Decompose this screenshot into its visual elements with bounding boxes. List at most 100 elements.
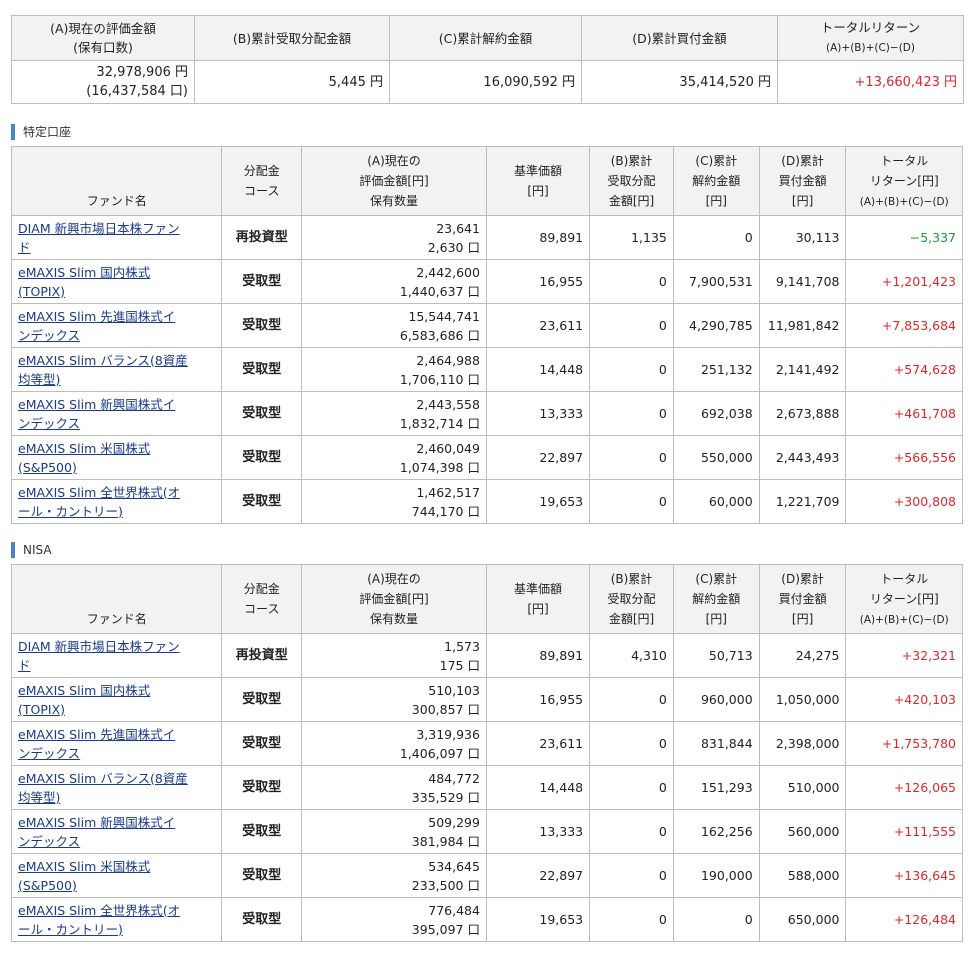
redeem-cell: 190,000 xyxy=(672,853,760,898)
fund-name-line1: eMAXIS Slim 先進国株式イ xyxy=(18,308,176,324)
col-redeem-l3: [円] xyxy=(705,194,727,208)
fund-name-cell: eMAXIS Slim バランス(8資産 均等型) xyxy=(10,765,223,810)
valuation-amount: 509,299 xyxy=(428,814,480,830)
buy-cell: 588,000 xyxy=(758,853,847,898)
redeem-cell: 7,900,531 xyxy=(672,259,760,304)
fund-name-link[interactable]: DIAM 新興市場日本株ファンド xyxy=(18,639,180,673)
fund-name-link[interactable]: eMAXIS Slim 米国株式 (S&P500) xyxy=(18,859,150,893)
valuation-cell: 1,573 175 口 xyxy=(301,633,487,678)
col-buy-l3: [円] xyxy=(791,194,814,208)
col-dist: (B)累計受取分配金額[円] xyxy=(589,146,674,216)
total-return-cell: +1,753,780 xyxy=(845,721,963,766)
col-redeem-l1: (C)累計 xyxy=(695,572,738,586)
fund-name-line1: eMAXIS Slim 米国株式 xyxy=(18,440,151,456)
fund-name-link[interactable]: eMAXIS Slim 新興国株式イ ンデックス xyxy=(18,815,175,849)
valuation-cell: 509,299 381,984 口 xyxy=(301,809,487,854)
fund-name-link[interactable]: DIAM 新興市場日本株ファンド xyxy=(18,221,180,255)
col-value-l2: 評価金額[円] xyxy=(359,592,429,606)
distribution-course: 再投資型 xyxy=(221,633,303,678)
distribution-course: 受取型 xyxy=(221,853,303,898)
col-dist-l1: (B)累計 xyxy=(610,154,653,168)
total-return-cell: +1,201,423 xyxy=(845,259,963,304)
col-fund-name: ファンド名 xyxy=(10,146,223,216)
col-course: 分配金 コース xyxy=(221,564,303,634)
col-fund-name-label: ファンド名 xyxy=(86,194,147,208)
fund-name-line2: 均等型) xyxy=(18,789,61,805)
fund-row: eMAXIS Slim 国内株式 (TOPIX) 受取型 510,103 300,857… xyxy=(10,677,963,722)
fund-name-link[interactable]: eMAXIS Slim 国内株式 (TOPIX) xyxy=(18,265,150,299)
col-dist-l2: 受取分配 xyxy=(607,174,656,188)
fund-name-line2: 均等型) xyxy=(18,371,61,387)
distribution-course: 受取型 xyxy=(221,435,303,480)
dist-cell: 0 xyxy=(589,479,674,524)
buy-cell: 650,000 xyxy=(758,897,847,942)
fund-name-link[interactable]: eMAXIS Slim 先進国株式イ ンデックス xyxy=(18,309,175,343)
col-buy-l1: (D)累計 xyxy=(781,154,824,168)
holding-units: 1,406,097 口 xyxy=(399,745,480,761)
col-value: (A)現在の 評価金額[円] 保有数量 xyxy=(301,564,487,634)
fund-row: eMAXIS Slim 米国株式 (S&P500) 受取型 2,460,049 1,07… xyxy=(10,435,963,480)
dist-cell: 1,135 xyxy=(589,215,674,260)
fund-name-cell: eMAXIS Slim 全世界株式(オ ール・カントリー) xyxy=(10,479,223,524)
fund-name-link[interactable]: eMAXIS Slim 新興国株式イ ンデックス xyxy=(18,397,175,431)
holding-units: 744,170 口 xyxy=(411,503,480,519)
redeem-cell: 0 xyxy=(672,215,760,260)
fund-name-line1: eMAXIS Slim 国内株式 xyxy=(18,682,151,698)
total-return-cell: +111,555 xyxy=(845,809,963,854)
fund-table: ファンド名 分配金 コース (A)現在の 評価金額[円] 保有数量 基準価額 [円] (B)累計… xyxy=(10,146,963,524)
redeem-cell: 4,290,785 xyxy=(672,303,760,348)
col-nav-l2: [円] xyxy=(527,184,549,198)
summary-value-d: 35,414,520 円 xyxy=(581,60,778,104)
col-value-l1: (A)現在の xyxy=(367,572,421,586)
valuation-cell: 484,772 335,529 口 xyxy=(301,765,487,810)
fund-name-link[interactable]: eMAXIS Slim 先進国株式イ ンデックス xyxy=(18,727,175,761)
fund-name-link[interactable]: eMAXIS Slim バランス(8資産 均等型) xyxy=(18,353,188,387)
col-course: 分配金 コース xyxy=(221,146,303,216)
fund-name-line1: eMAXIS Slim 全世界株式(オ xyxy=(18,484,181,500)
holding-units: 233,500 口 xyxy=(411,877,480,893)
nav-cell: 89,891 xyxy=(485,215,591,260)
nav-cell: 13,333 xyxy=(485,809,591,854)
distribution-course: 受取型 xyxy=(221,677,303,722)
valuation-amount: 534,645 xyxy=(428,858,480,874)
valuation-cell: 23,641 2,630 口 xyxy=(301,215,487,260)
valuation-cell: 2,443,558 1,832,714 口 xyxy=(301,391,487,436)
fund-name-link[interactable]: eMAXIS Slim 米国株式 (S&P500) xyxy=(18,441,150,475)
fund-table: ファンド名 分配金 コース (A)現在の 評価金額[円] 保有数量 基準価額 [円] (B)累計… xyxy=(10,564,963,942)
col-redeem-l2: 解約金額 xyxy=(692,592,741,606)
dist-cell: 0 xyxy=(589,897,674,942)
fund-name-cell: DIAM 新興市場日本株ファンド xyxy=(10,633,223,678)
fund-name-cell: eMAXIS Slim 新興国株式イ ンデックス xyxy=(10,809,223,854)
col-nav-l2: [円] xyxy=(527,602,549,616)
nav-cell: 22,897 xyxy=(485,853,591,898)
valuation-amount: 15,544,741 xyxy=(408,308,480,324)
buy-cell: 9,141,708 xyxy=(758,259,847,304)
col-nav-l1: 基準価額 xyxy=(514,582,563,596)
summary-value-total: +13,660,423 円 xyxy=(777,60,964,104)
fund-name-link[interactable]: eMAXIS Slim バランス(8資産 均等型) xyxy=(18,771,188,805)
col-dist-l3: 金額[円] xyxy=(608,194,655,208)
col-buy-l2: 買付金額 xyxy=(778,174,827,188)
total-return-cell: −5,337 xyxy=(845,215,963,260)
fund-name-line2: ンデックス xyxy=(18,833,81,849)
redeem-cell: 692,038 xyxy=(672,391,760,436)
fund-name-link[interactable]: eMAXIS Slim 全世界株式(オ ール・カントリー) xyxy=(18,903,180,937)
dist-cell: 0 xyxy=(589,391,674,436)
distribution-course: 再投資型 xyxy=(221,215,303,260)
valuation-cell: 15,544,741 6,583,686 口 xyxy=(301,303,487,348)
dist-cell: 0 xyxy=(589,677,674,722)
section-title: 特定口座 xyxy=(11,124,71,140)
fund-name-link[interactable]: eMAXIS Slim 全世界株式(オ ール・カントリー) xyxy=(18,485,180,519)
summary-header-total-formula: (A)+(B)+(C)−(D) xyxy=(826,42,915,54)
fund-row: eMAXIS Slim 国内株式 (TOPIX) 受取型 2,442,600 1,440… xyxy=(10,259,963,304)
redeem-cell: 550,000 xyxy=(672,435,760,480)
total-return-cell: +461,708 xyxy=(845,391,963,436)
valuation-amount: 776,484 xyxy=(428,902,480,918)
col-buy-l3: [円] xyxy=(791,612,814,626)
fund-name-line2: ール・カントリー) xyxy=(18,503,123,519)
summary-value-b: 5,445 円 xyxy=(194,60,390,104)
col-total: トータル リターン[円] (A)+(B)+(C)−(D) xyxy=(845,146,963,216)
fund-name-link[interactable]: eMAXIS Slim 国内株式 (TOPIX) xyxy=(18,683,150,717)
col-buy-l2: 買付金額 xyxy=(778,592,827,606)
summary-header-b: (B)累計受取分配金額 xyxy=(194,15,390,61)
